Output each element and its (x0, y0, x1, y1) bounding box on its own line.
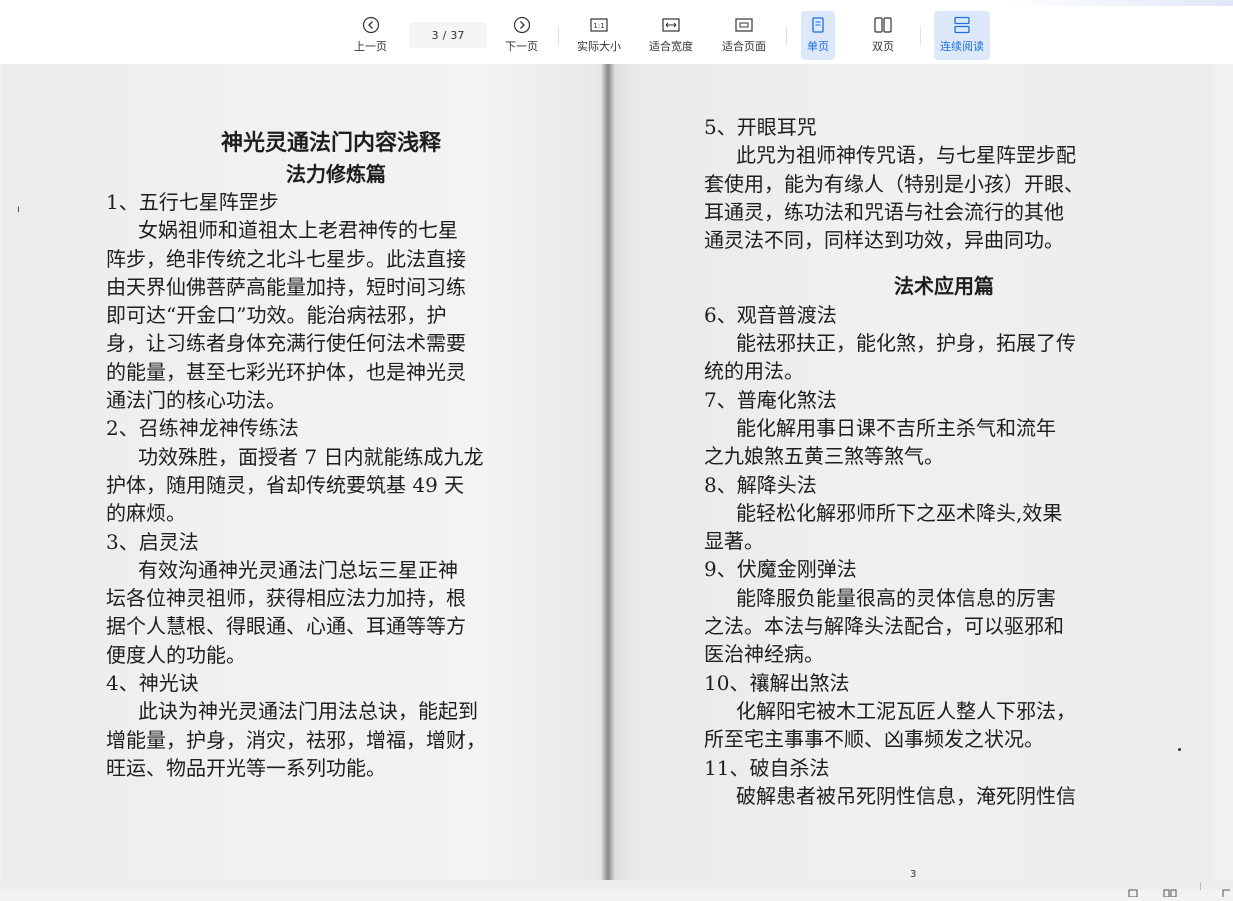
status-bar (0, 880, 1233, 898)
actual-size-button[interactable]: 1:1 实际大小 (577, 16, 621, 54)
body-line: 破解患者被吊死阴性信息，淹死阴性信 (736, 783, 1076, 808)
page-title: 神光灵通法门内容浅释 (220, 130, 441, 156)
body-line: 之法。本法与解降头法配合，可以驱邪和 (704, 614, 1064, 639)
page-separator: / (442, 28, 447, 42)
body-line: 的能量，甚至七彩光环护体，也是神光灵 (106, 359, 466, 384)
body-line: 能化解用事日课不吉所主杀气和流年 (736, 415, 1056, 440)
fit-page-icon (735, 18, 753, 32)
fit-page-label: 适合页面 (722, 40, 766, 53)
body-line: 化解阳宅被木工泥瓦匠人整人下邪法， (736, 698, 1076, 723)
actual-size-label: 实际大小 (577, 40, 621, 53)
pdf-toolbar: 上一页 3 / 37 下一页 1:1 实际大小 适合宽度 适合页面 单页 双页 … (0, 0, 1233, 65)
page-number-input[interactable]: 3 / 37 (409, 22, 487, 48)
total-pages: 37 (450, 28, 465, 42)
body-line: 能轻松化解邪师所下之巫术降头,效果 (736, 500, 1063, 525)
body-line: 便度人的功能。 (106, 642, 246, 667)
fit-width-button[interactable]: 适合宽度 (649, 16, 693, 54)
next-page-button[interactable]: 下一页 (505, 16, 538, 54)
left-page-text: 神光灵通法门内容浅释 法力修炼篇 1、五行七星阵罡步 女娲祖师和道祖太上老君神传… (106, 128, 546, 782)
book-spine-shadow (601, 64, 615, 880)
scanned-page-spread: ı 神光灵通法门内容浅释 法力修炼篇 1、五行七星阵罡步 女娲祖师和道祖太上老君… (3, 64, 1215, 880)
item-heading: 5、开眼耳咒 (704, 115, 817, 139)
prev-page-label: 上一页 (354, 40, 387, 53)
continuous-scroll-icon (954, 16, 970, 34)
double-page-icon (874, 17, 892, 33)
item-heading: 7、普庵化煞法 (704, 387, 837, 412)
body-line: 身，让习练者身体充满行使任何法术需要 (106, 331, 466, 356)
section-heading: 法力修炼篇 (286, 162, 386, 186)
body-line: 据个人慧根、得眼通、心通、耳通等等方 (106, 614, 466, 639)
body-line: 有效沟通神光灵通法门总坛三星正神 (138, 557, 458, 582)
single-page-label: 单页 (807, 40, 829, 53)
continuous-read-button[interactable]: 连续阅读 (934, 11, 990, 60)
single-page-icon (812, 17, 824, 33)
body-line: 耳通灵，练功法和咒语与社会流行的其他 (704, 199, 1064, 224)
fit-page-button[interactable]: 适合页面 (722, 16, 766, 54)
right-page-text: 5、开眼耳咒 此咒为祖师神传咒语，与七星阵罡步配 套使用，能为有缘人（特别是小孩… (704, 113, 1154, 810)
body-line: 女娲祖师和道祖太上老君神传的七星 (138, 218, 458, 243)
body-line: 坛各位神灵祖师，获得相应法力加持，根 (106, 586, 466, 611)
body-line: 能降服负能量很高的灵体信息的厉害 (736, 585, 1056, 610)
body-line: 功效殊胜，面授者 7 日内就能练成九龙 (138, 444, 484, 469)
item-heading: 6、观音普渡法 (704, 302, 837, 327)
prev-page-button[interactable]: 上一页 (354, 16, 387, 54)
body-line: 的麻烦。 (106, 501, 186, 526)
body-line: 显著。 (704, 529, 764, 554)
item-heading: 2、召练神龙神传练法 (106, 416, 299, 441)
toolbar-divider (558, 26, 559, 46)
body-line: 通灵法不同，同样达到功效，异曲同功。 (704, 228, 1064, 253)
body-line: 医治神经病。 (704, 642, 824, 667)
body-line: 旺运、物品开光等一系列功能。 (106, 755, 386, 780)
chevron-left-icon (362, 16, 379, 34)
item-heading: 8、解降头法 (704, 472, 817, 497)
body-line: 能祛邪扶正，能化煞，护身，拓展了传 (736, 331, 1076, 356)
scan-speck (1178, 748, 1181, 751)
body-line: 阵步，绝非传统之北斗七星步。此法直接 (106, 246, 466, 271)
single-page-button[interactable]: 单页 (801, 11, 835, 60)
section-heading: 法术应用篇 (894, 274, 994, 299)
item-heading: 1、五行七星阵罡步 (106, 190, 279, 214)
body-line: 通法门的核心功法。 (106, 388, 286, 413)
body-line: 即可达“开金口”功效。能治病祛邪，护 (106, 303, 447, 328)
body-line: 之九娘煞五黄三煞等煞气。 (704, 444, 944, 469)
single-page-status-icon[interactable] (1127, 882, 1139, 901)
body-line: 此诀为神光灵通法门用法总诀，能起到 (138, 699, 478, 724)
body-line: 护体，随用随灵，省却传统要筑基 49 天 (106, 472, 465, 497)
chevron-right-icon (513, 16, 530, 34)
toolbar-divider (786, 26, 787, 46)
toolbar-divider (920, 26, 921, 46)
document-viewport[interactable]: ı 神光灵通法门内容浅释 法力修炼篇 1、五行七星阵罡步 女娲祖师和道祖太上老君… (0, 64, 1233, 880)
margin-mark: ı (17, 204, 20, 215)
item-heading: 11、破自杀法 (704, 755, 830, 780)
fit-width-label: 适合宽度 (649, 40, 693, 53)
svg-text:1:1: 1:1 (593, 22, 604, 30)
body-line: 由天界仙佛菩萨高能量加持，短时间习练 (106, 274, 466, 299)
body-line: 统的用法。 (704, 359, 804, 384)
double-page-button[interactable]: 双页 (872, 16, 894, 54)
page-number: 3 (910, 869, 917, 880)
continuous-read-label: 连续阅读 (940, 40, 984, 53)
fullscreen-status-icon[interactable] (1222, 882, 1232, 901)
item-heading: 9、伏魔金刚弹法 (704, 557, 857, 582)
body-line: 增能量，护身，消灾，祛邪，增福，增财， (106, 727, 486, 752)
item-heading: 10、禳解出煞法 (704, 670, 850, 695)
double-page-label: 双页 (872, 40, 894, 53)
item-heading: 3、启灵法 (106, 529, 199, 554)
actual-size-icon: 1:1 (590, 18, 608, 32)
body-line: 所至宅主事事不顺、凶事频发之状况。 (704, 727, 1044, 752)
item-heading: 4、神光诀 (106, 671, 199, 696)
corner-decoration (1003, 0, 1233, 6)
current-page: 3 (431, 28, 439, 42)
double-page-status-icon[interactable] (1163, 882, 1177, 901)
next-page-label: 下一页 (505, 40, 538, 53)
status-divider (1200, 882, 1201, 890)
body-line: 套使用，能为有缘人（特别是小孩）开眼、 (704, 171, 1084, 196)
fit-width-icon (662, 18, 680, 32)
body-line: 此咒为祖师神传咒语，与七星阵罡步配 (736, 143, 1076, 168)
